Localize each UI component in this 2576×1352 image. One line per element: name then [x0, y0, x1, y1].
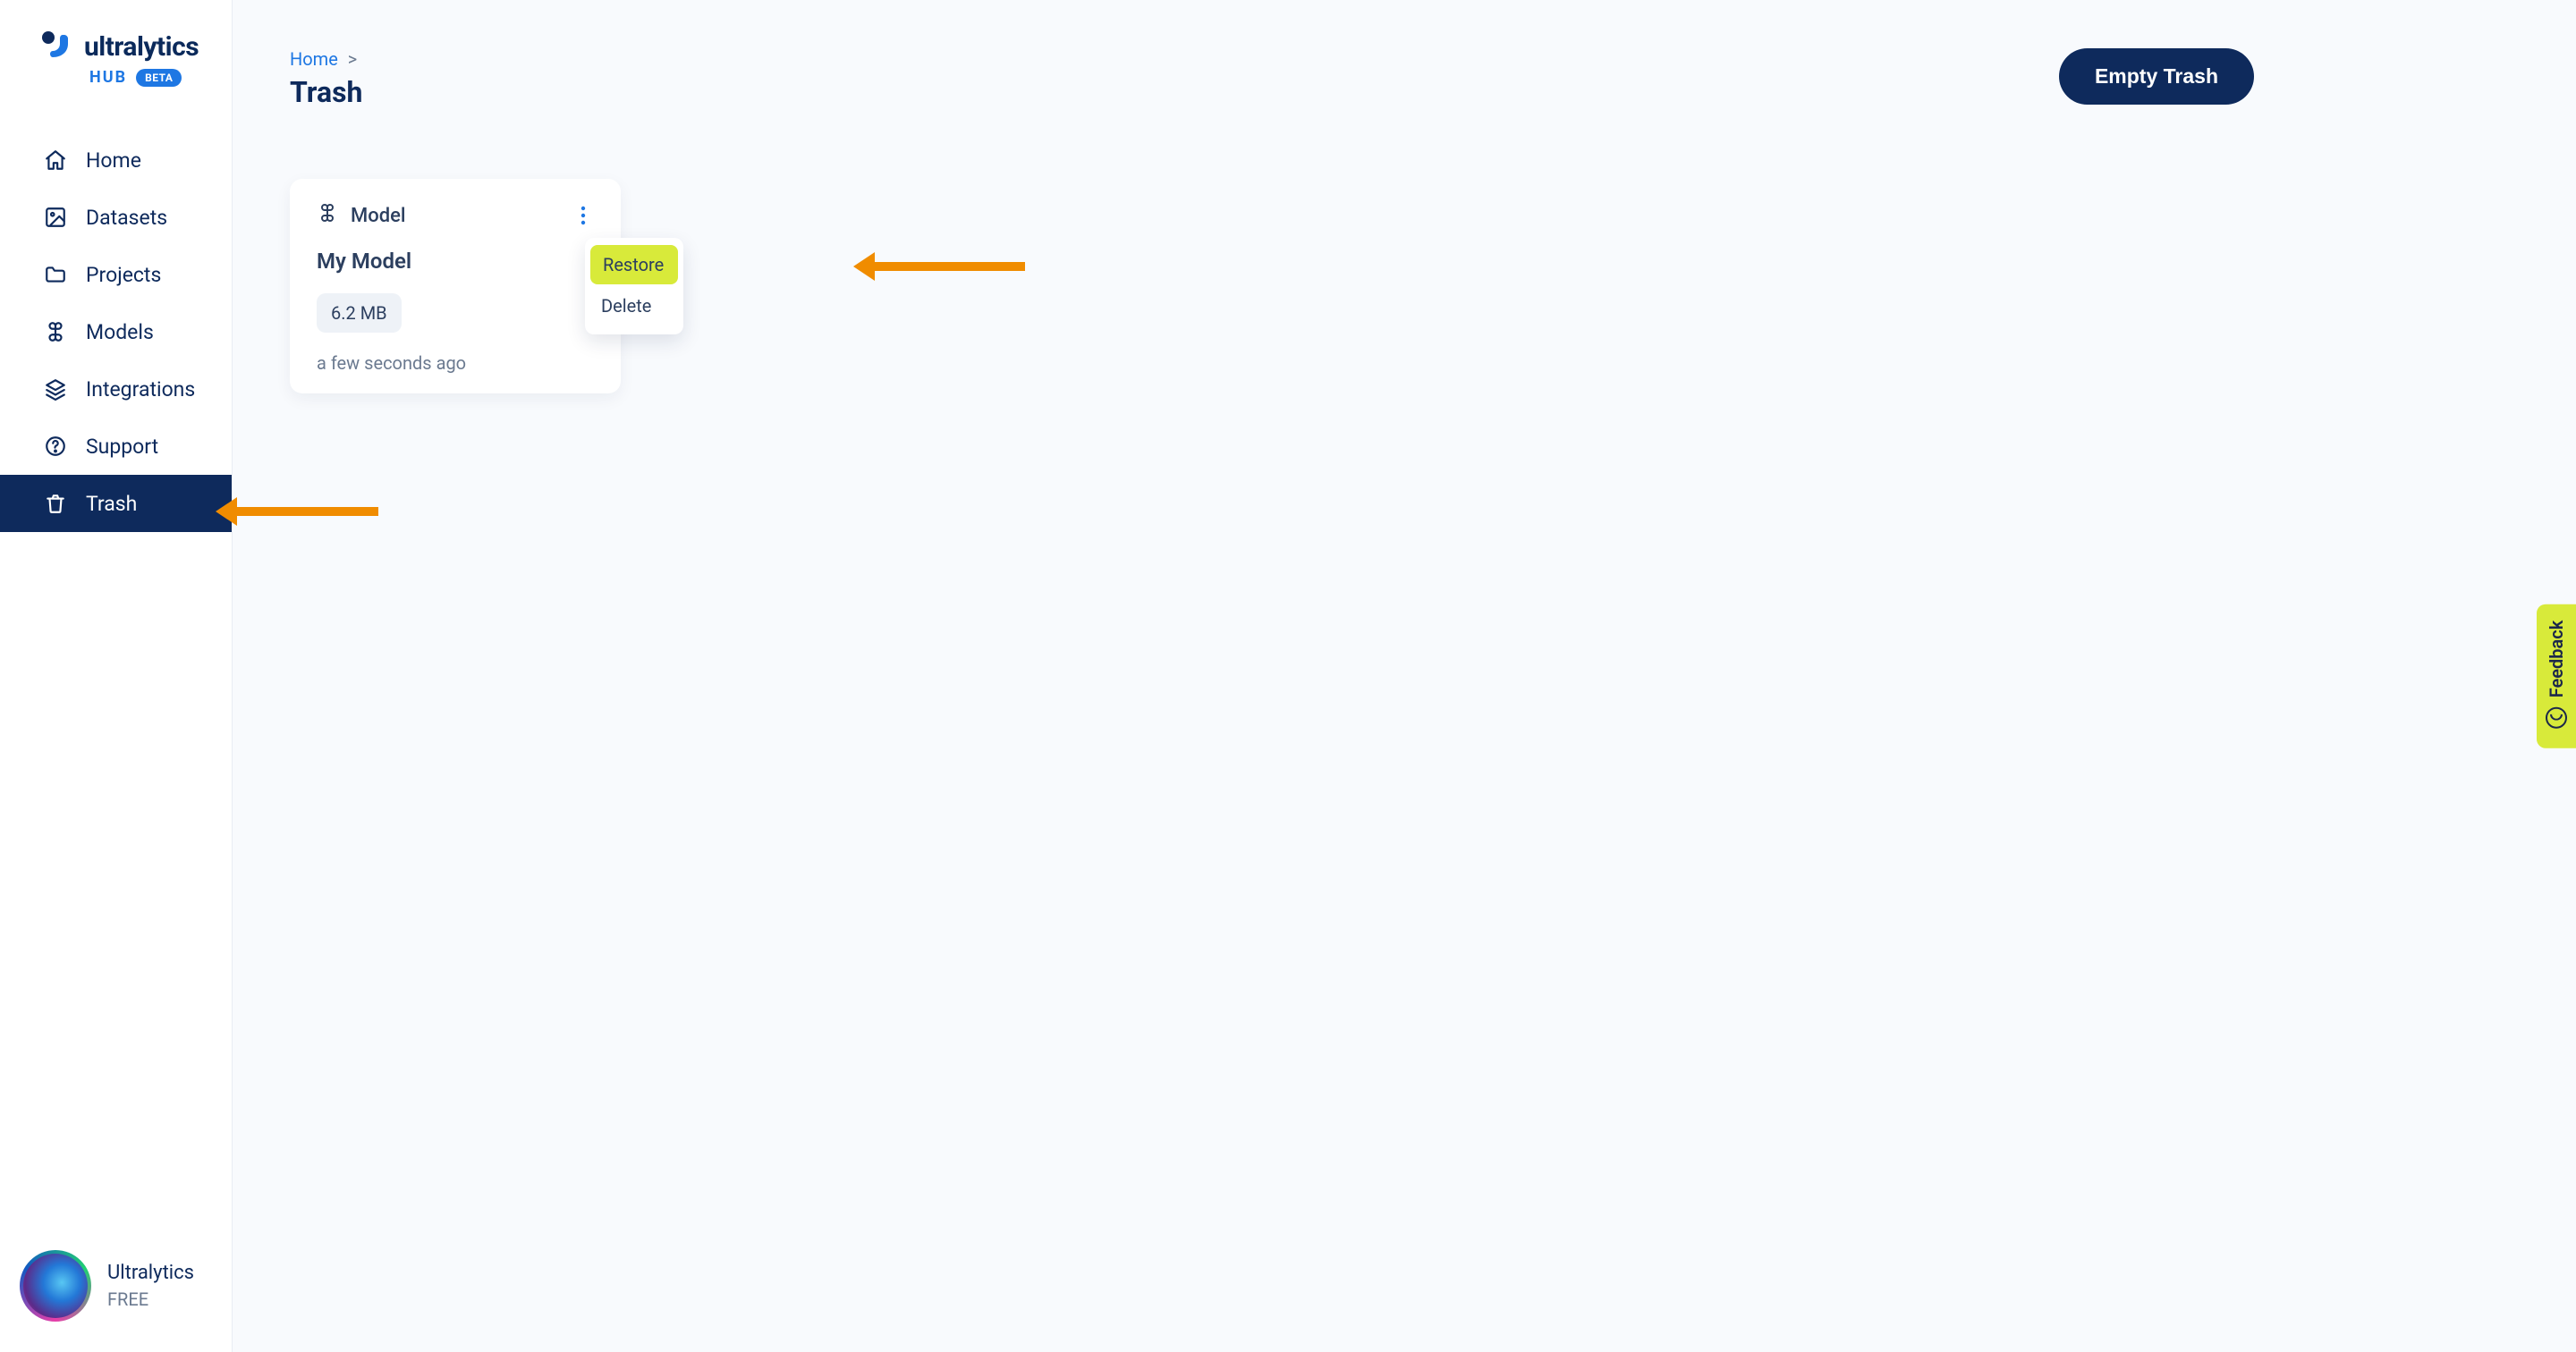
brand-sub: HUB: [89, 68, 127, 87]
sidebar-item-label: Datasets: [86, 206, 167, 230]
sidebar-item-integrations[interactable]: Integrations: [0, 360, 232, 418]
folder-icon: [43, 262, 68, 287]
help-icon: [43, 434, 68, 459]
sidebar-item-projects[interactable]: Projects: [0, 246, 232, 303]
menu-restore[interactable]: Restore: [590, 245, 678, 284]
card-title: My Model: [317, 249, 596, 274]
main: Home > Trash Empty Trash Model My Model …: [233, 0, 2576, 1352]
feedback-label: Feedback: [2546, 621, 2567, 698]
sidebar-item-trash[interactable]: Trash: [0, 475, 232, 532]
avatar: [20, 1250, 91, 1322]
logo[interactable]: ultralytics HUB BETA: [0, 0, 232, 105]
card-type: Model: [351, 205, 406, 227]
trash-icon: [43, 491, 68, 516]
sidebar-nav: Home Datasets Projects Models: [0, 131, 232, 532]
sidebar-item-support[interactable]: Support: [0, 418, 232, 475]
card-menu-button[interactable]: [571, 203, 596, 228]
annotation-arrow-restore: [853, 252, 1025, 281]
annotation-arrow-trash: [216, 497, 378, 526]
home-icon: [43, 148, 68, 173]
image-icon: [43, 205, 68, 230]
sidebar-user[interactable]: Ultralytics FREE: [0, 1229, 232, 1352]
card-size-badge: 6.2 MB: [317, 293, 402, 333]
sidebar-item-datasets[interactable]: Datasets: [0, 189, 232, 246]
sidebar-item-label: Projects: [86, 263, 161, 287]
sidebar-item-label: Trash: [86, 492, 137, 516]
brand-name: ultralytics: [84, 31, 199, 63]
brand-mark-icon: [36, 27, 75, 66]
sidebar-item-label: Integrations: [86, 377, 195, 401]
breadcrumb-home[interactable]: Home: [290, 48, 338, 70]
beta-badge: BETA: [136, 69, 182, 87]
menu-delete[interactable]: Delete: [585, 284, 683, 327]
sidebar-item-models[interactable]: Models: [0, 303, 232, 360]
command-icon: [317, 202, 338, 229]
empty-trash-button[interactable]: Empty Trash: [2059, 48, 2254, 105]
sidebar-item-home[interactable]: Home: [0, 131, 232, 189]
sidebar-item-label: Models: [86, 320, 154, 344]
card-timestamp: a few seconds ago: [317, 352, 596, 374]
smile-icon: [2546, 706, 2567, 728]
sidebar-item-label: Home: [86, 148, 141, 173]
breadcrumb-sep: >: [348, 48, 357, 70]
user-name: Ultralytics: [107, 1260, 194, 1288]
command-icon: [43, 319, 68, 344]
layers-icon: [43, 376, 68, 401]
sidebar: ultralytics HUB BETA Home Datasets: [0, 0, 233, 1352]
feedback-tab[interactable]: Feedback: [2537, 604, 2576, 748]
user-plan: FREE: [107, 1287, 194, 1312]
sidebar-item-label: Support: [86, 435, 158, 459]
card-dropdown: Restore Delete: [585, 238, 683, 334]
trash-item-card: Model My Model 6.2 MB a few seconds ago …: [290, 179, 621, 393]
